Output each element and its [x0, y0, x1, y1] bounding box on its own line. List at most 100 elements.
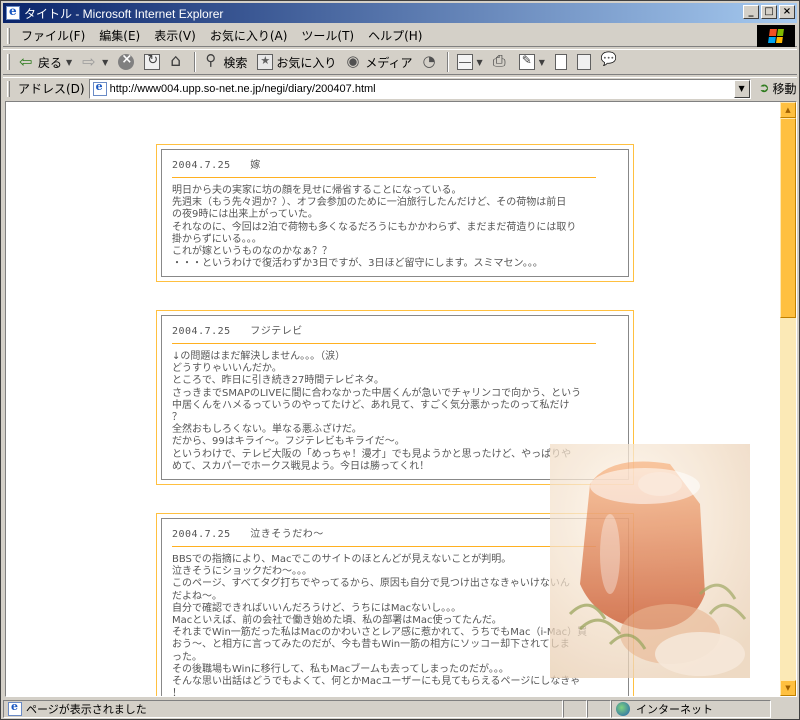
status-text: ページが表示されました	[26, 703, 147, 716]
entry-line: それなのに、今回は2泊で荷物も多くなるだろうにもかかわらず、まだまだ荷造りには取…	[172, 221, 577, 233]
entry-date: 2004.7.25	[172, 326, 231, 337]
ie-logo-icon	[6, 4, 20, 20]
chevron-down-icon[interactable]: ▼	[539, 58, 545, 67]
favorites-label: お気に入り	[276, 55, 337, 70]
toolbar-grip[interactable]	[7, 80, 10, 97]
vertical-scrollbar[interactable]: ▲ ▼	[780, 102, 796, 696]
entry-line: ！	[172, 688, 182, 697]
entry-header: 2004.7.25 嫁	[172, 156, 596, 178]
window-title: タイトル - Microsoft Internet Explorer	[24, 6, 224, 21]
status-main-pane: ページが表示されました	[3, 700, 563, 718]
chevron-down-icon[interactable]: ▼	[102, 58, 108, 67]
research-icon	[576, 54, 591, 70]
entry-line: ？	[172, 412, 182, 424]
maximize-button[interactable]: □	[761, 5, 777, 19]
entry-line: ↓の問題はまだ解決しません。。。（涙）	[172, 351, 346, 362]
windows-logo	[757, 25, 795, 47]
edit-button[interactable]: ▼	[514, 51, 550, 73]
zone-text: インターネット	[636, 703, 713, 716]
entry-title: 泣きそうだわ～	[250, 529, 324, 540]
entry-line: ・・・というわけで復活わずか3日ですが、3日ほど留守にします。スミマセン。。。	[172, 258, 543, 270]
browser-window: タイトル - Microsoft Internet Explorer _ □ ×…	[0, 0, 800, 720]
research-button[interactable]	[572, 51, 596, 73]
entry-header: 2004.7.25 泣きそうだわ～	[172, 525, 596, 547]
close-button[interactable]: ×	[779, 5, 795, 19]
entry-line: さっきまでSMAPのLIVEに間に合わなかった中居くんが急いでチャリンコで向かう…	[172, 387, 582, 399]
scroll-down-button[interactable]: ▼	[780, 680, 796, 696]
menu-edit[interactable]: 編集(E)	[92, 27, 147, 44]
standard-toolbar: 戻る ▼ ▼ 検索 お気に入り メディア ▼	[3, 49, 797, 75]
media-button[interactable]: メディア	[341, 51, 417, 73]
entry-body: 明日から夫の実家に坊の顔を見せに帰省することになっている。 先週末（もう先々週か…	[172, 185, 618, 270]
entry-date: 2004.7.25	[172, 160, 231, 171]
entry-title: 嫁	[250, 160, 261, 171]
entry-title: フジテレビ	[250, 326, 303, 337]
media-label: メディア	[365, 55, 413, 70]
search-button[interactable]: 検索	[199, 51, 252, 73]
back-arrow-icon	[19, 54, 35, 70]
go-button[interactable]: 移動	[759, 80, 797, 97]
home-icon	[170, 51, 186, 71]
forward-button[interactable]: ▼	[77, 51, 113, 73]
scroll-track[interactable]	[780, 318, 796, 680]
mail-button[interactable]: ▼	[452, 51, 488, 73]
print-icon	[493, 51, 509, 71]
search-label: 検索	[223, 55, 248, 70]
document-icon	[554, 54, 567, 70]
stop-button[interactable]	[113, 51, 139, 73]
refresh-button[interactable]	[139, 51, 165, 73]
go-arrow-icon	[759, 81, 770, 96]
status-bar: ページが表示されました インターネット	[3, 699, 797, 719]
menu-tools[interactable]: ツール(T)	[294, 27, 361, 44]
entry-line: どうすりゃいいんだか。	[172, 363, 282, 375]
back-button[interactable]: 戻る ▼	[14, 51, 77, 73]
history-button[interactable]	[418, 51, 444, 73]
entry-line: 中居くんをハメるっていうのやってたけど、あれ見て、すごく気分悪かったのって私だけ	[172, 399, 570, 411]
menu-help[interactable]: ヘルプ(H)	[361, 27, 429, 44]
toolbar-grip[interactable]	[7, 27, 10, 44]
address-field[interactable]: ▼	[88, 78, 751, 99]
title-bar[interactable]: タイトル - Microsoft Internet Explorer _ □ ×	[3, 3, 797, 23]
page-done-icon	[8, 700, 22, 716]
address-bar: アドレス(D) ▼ 移動	[3, 77, 797, 99]
toolbar-grip[interactable]	[7, 54, 10, 70]
toolbar-separator	[194, 52, 197, 72]
minimize-button[interactable]: _	[743, 5, 759, 19]
diary-entry: 2004.7.25 嫁 明日から夫の実家に坊の顔を見せに帰省することになっている…	[156, 144, 634, 283]
favorites-button[interactable]: お気に入り	[252, 51, 341, 73]
entry-line: これが嫁というものなのかなぁ？？	[172, 246, 332, 258]
chevron-down-icon[interactable]: ▼	[66, 58, 72, 67]
discuss-button[interactable]	[550, 51, 572, 73]
scroll-up-button[interactable]: ▲	[780, 102, 796, 118]
forward-arrow-icon	[82, 54, 98, 70]
status-pane	[587, 700, 611, 718]
entry-line: 掛からずにいる。。。	[172, 233, 262, 245]
entry-date: 2004.7.25	[172, 529, 231, 540]
menu-view[interactable]: 表示(V)	[147, 27, 203, 44]
search-icon	[204, 51, 220, 70]
entry-line: 先週末（もう先々週か？）、オフ会参加のために一泊旅行したんだけど、その荷物は前日	[172, 197, 567, 209]
messenger-button[interactable]	[596, 51, 622, 73]
entry-line: 全然おもしろくない。単なる悪ふざけだ。	[172, 424, 362, 436]
scroll-thumb[interactable]	[780, 118, 796, 318]
print-button[interactable]	[488, 51, 514, 73]
entry-line: ところで、昨日に引き続き27時間テレビネタ。	[172, 375, 385, 387]
entry-header: 2004.7.25 フジテレビ	[172, 322, 596, 344]
security-zone-pane: インターネット	[611, 700, 771, 718]
mail-icon	[456, 54, 473, 70]
page-viewport[interactable]: 2004.7.25 嫁 明日から夫の実家に坊の顔を見せに帰省することになっている…	[5, 101, 797, 697]
stop-icon	[118, 52, 135, 70]
address-dropdown-button[interactable]: ▼	[733, 79, 750, 98]
menu-file[interactable]: ファイル(F)	[14, 27, 92, 44]
chevron-down-icon[interactable]: ▼	[477, 58, 483, 67]
menu-bar: ファイル(F) 編集(E) 表示(V) お気に入り(A) ツール(T) ヘルプ(…	[3, 25, 797, 47]
entry-line: 明日から夫の実家に坊の顔を見せに帰省することになっている。	[172, 185, 462, 196]
home-button[interactable]	[165, 51, 191, 73]
menu-favorites[interactable]: お気に入り(A)	[203, 27, 295, 44]
history-icon	[423, 52, 439, 70]
globe-icon	[616, 702, 630, 716]
go-label: 移動	[772, 82, 797, 96]
address-input[interactable]	[109, 82, 730, 95]
edit-icon	[518, 53, 535, 70]
messenger-icon	[601, 54, 617, 70]
